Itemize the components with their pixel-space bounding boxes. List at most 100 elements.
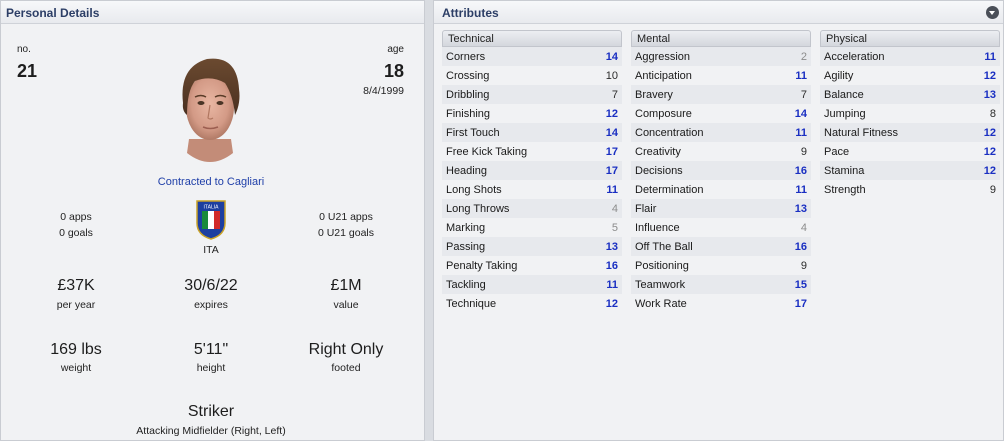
attr-column-header: Technical xyxy=(442,30,622,47)
attr-label: Concentration xyxy=(635,126,704,139)
attr-label: Tackling xyxy=(446,278,486,291)
attr-row[interactable]: Crossing 10 xyxy=(442,66,622,85)
secondary-position: Attacking Midfielder (Right, Left) xyxy=(136,425,286,437)
attr-row[interactable]: Technique 12 xyxy=(442,294,622,313)
attr-label: Penalty Taking xyxy=(446,259,518,272)
attr-row[interactable]: Off The Ball 16 xyxy=(631,237,811,256)
preferred-foot: Right Only xyxy=(308,341,384,358)
contract-link[interactable]: Contracted to Cagliari xyxy=(1,176,421,188)
u21-goals: 0 U21 goals xyxy=(317,227,375,239)
value-label: value xyxy=(333,299,359,311)
attr-row[interactable]: Determination 11 xyxy=(631,180,811,199)
attr-row[interactable]: Stamina 12 xyxy=(820,161,1000,180)
attr-row[interactable]: Teamwork 15 xyxy=(631,275,811,294)
height-value: 5'11" xyxy=(193,341,229,358)
attr-row[interactable]: Corners 14 xyxy=(442,47,622,66)
attr-row[interactable]: Pace 12 xyxy=(820,142,1000,161)
attr-label: Influence xyxy=(635,221,680,234)
attr-row[interactable]: Long Shots 11 xyxy=(442,180,622,199)
collapse-icon[interactable] xyxy=(986,6,999,19)
attr-row[interactable]: Dribbling 7 xyxy=(442,85,622,104)
attr-row[interactable]: Free Kick Taking 17 xyxy=(442,142,622,161)
attr-label: Pace xyxy=(824,145,850,158)
attr-row[interactable]: Aggression 2 xyxy=(631,47,811,66)
attr-row[interactable]: Composure 14 xyxy=(631,104,811,123)
wage-label: per year xyxy=(56,299,96,311)
attr-row[interactable]: Creativity 9 xyxy=(631,142,811,161)
attr-value: 13 xyxy=(983,88,996,101)
attr-row[interactable]: Jumping 8 xyxy=(820,104,1000,123)
attr-row[interactable]: Bravery 7 xyxy=(631,85,811,104)
attr-label: Aggression xyxy=(635,50,691,63)
attr-value: 17 xyxy=(605,145,618,158)
attr-value: 14 xyxy=(605,50,618,63)
attr-row[interactable]: Decisions 16 xyxy=(631,161,811,180)
attr-row[interactable]: Work Rate 17 xyxy=(631,294,811,313)
attr-value: 4 xyxy=(611,202,618,215)
attr-label: Long Throws xyxy=(446,202,510,215)
attr-value: 12 xyxy=(605,297,618,310)
attr-value: 13 xyxy=(605,240,618,253)
age-label: age xyxy=(387,44,404,55)
attr-value: 16 xyxy=(605,259,618,272)
apps: 0 apps xyxy=(60,211,92,223)
attr-value: 11 xyxy=(795,183,807,196)
attr-column-header: Physical xyxy=(820,30,1000,47)
attr-column-header: Mental xyxy=(631,30,811,47)
attr-value: 11 xyxy=(606,183,618,196)
attr-value: 12 xyxy=(983,164,996,177)
u21-apps: 0 U21 apps xyxy=(319,211,373,223)
attr-value: 16 xyxy=(794,240,807,253)
attr-row[interactable]: Finishing 12 xyxy=(442,104,622,123)
attr-label: Balance xyxy=(824,88,864,101)
attr-value: 11 xyxy=(795,69,807,82)
attr-row[interactable]: Balance 13 xyxy=(820,85,1000,104)
nation-code[interactable]: ITA xyxy=(181,244,241,256)
attr-row[interactable]: Marking 5 xyxy=(442,218,622,237)
attr-label: Determination xyxy=(635,183,704,196)
attr-label: Agility xyxy=(824,69,854,82)
attr-row[interactable]: Tackling 11 xyxy=(442,275,622,294)
attr-row[interactable]: Flair 13 xyxy=(631,199,811,218)
attr-label: Corners xyxy=(446,50,486,63)
attr-label: Flair xyxy=(635,202,657,215)
attributes-header: Attributes xyxy=(434,1,1003,24)
attr-row[interactable]: Penalty Taking 16 xyxy=(442,256,622,275)
attr-row[interactable]: Acceleration 11 xyxy=(820,47,1000,66)
attr-row[interactable]: Agility 12 xyxy=(820,66,1000,85)
attr-value: 9 xyxy=(800,259,807,272)
attr-row[interactable]: Passing 13 xyxy=(442,237,622,256)
attr-row[interactable]: Natural Fitness 12 xyxy=(820,123,1000,142)
attr-value: 2 xyxy=(800,50,807,63)
primary-position: Striker xyxy=(187,403,235,420)
weight-value: 169 lbs xyxy=(50,341,102,358)
attr-row[interactable]: Heading 17 xyxy=(442,161,622,180)
attr-label: Off The Ball xyxy=(635,240,693,253)
attr-row[interactable]: Influence 4 xyxy=(631,218,811,237)
badge-text: ITALIA xyxy=(204,205,220,211)
attr-value: 14 xyxy=(794,107,807,120)
attr-row[interactable]: Long Throws 4 xyxy=(442,199,622,218)
attr-value: 11 xyxy=(606,278,618,291)
date-of-birth: 8/4/1999 xyxy=(363,85,404,97)
attr-label: Dribbling xyxy=(446,88,490,101)
attr-row[interactable]: Strength 9 xyxy=(820,180,1000,199)
attr-label: Free Kick Taking xyxy=(446,145,528,158)
attr-row[interactable]: Positioning 9 xyxy=(631,256,811,275)
attr-row[interactable]: First Touch 14 xyxy=(442,123,622,142)
attr-value: 11 xyxy=(984,50,996,63)
attr-label: Finishing xyxy=(446,107,491,120)
attr-value: 4 xyxy=(800,221,807,234)
number-label: no. xyxy=(17,44,31,55)
attr-value: 8 xyxy=(989,107,996,120)
attr-row[interactable]: Concentration 11 xyxy=(631,123,811,142)
personal-details-panel: Personal Details no. 21 age 18 8/4/1999 … xyxy=(0,0,425,441)
attr-label: Teamwork xyxy=(635,278,686,291)
italy-badge-icon[interactable]: ITALIA xyxy=(195,199,227,241)
attr-list: Aggression 2 Anticipation 11 Bravery 7 Composu… xyxy=(631,47,811,313)
attr-value: 5 xyxy=(611,221,618,234)
attr-row[interactable]: Anticipation 11 xyxy=(631,66,811,85)
attr-value: 9 xyxy=(800,145,807,158)
attr-label: Composure xyxy=(635,107,692,120)
attr-label: Decisions xyxy=(635,164,683,177)
